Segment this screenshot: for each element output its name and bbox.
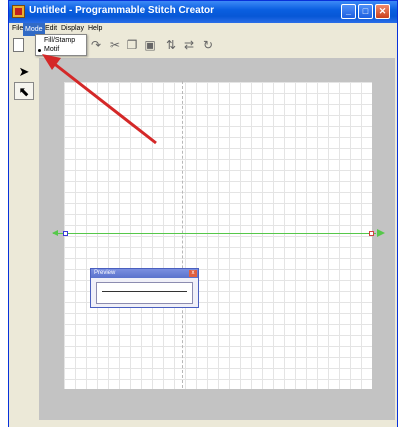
preview-stitch-line: [102, 291, 187, 292]
copy-icon[interactable]: ❐: [125, 38, 139, 52]
menu-file[interactable]: File: [12, 25, 23, 32]
status-bar: [9, 421, 397, 427]
minimize-button[interactable]: _: [341, 4, 356, 19]
preview-title: Preview: [94, 270, 116, 276]
app-icon: [12, 5, 25, 18]
redo-icon[interactable]: ↷: [89, 38, 103, 52]
close-button[interactable]: ✕: [375, 4, 390, 19]
title-bar[interactable]: Untitled - Programmable Stitch Creator _…: [9, 1, 397, 23]
menu-option-fill-stamp[interactable]: Fill/Stamp: [36, 36, 86, 45]
flip-icon[interactable]: ⇅: [164, 38, 178, 52]
mode-dropdown-menu: Fill/Stamp Motif: [35, 34, 87, 56]
select-arrow-icon[interactable]: ➤: [14, 63, 34, 81]
mirror-icon[interactable]: ⇄: [182, 38, 196, 52]
menu-display[interactable]: Display: [61, 25, 84, 32]
new-file-icon[interactable]: [13, 38, 24, 52]
menu-help[interactable]: Help: [88, 25, 102, 32]
stitch-baseline: [53, 233, 376, 234]
menu-option-motif[interactable]: Motif: [36, 45, 86, 54]
baseline-start-arrow: [52, 230, 58, 236]
menu-edit[interactable]: Edit: [45, 25, 57, 32]
cut-icon[interactable]: ✂: [108, 38, 122, 52]
window-title: Untitled - Programmable Stitch Creator: [29, 5, 215, 16]
start-point-handle[interactable]: [63, 231, 68, 236]
rotate-icon[interactable]: ↻: [201, 38, 215, 52]
paste-icon[interactable]: ▣: [143, 38, 157, 52]
preview-pane: [96, 282, 193, 304]
app-window: Untitled - Programmable Stitch Creator _…: [8, 0, 398, 427]
baseline-end-arrow: [377, 229, 385, 237]
preview-title-bar[interactable]: Preview: [91, 269, 198, 278]
end-point-handle[interactable]: [369, 231, 374, 236]
center-guide-line: [182, 81, 183, 388]
preview-close-button[interactable]: x: [189, 270, 197, 277]
workspace: [39, 58, 395, 420]
stitch-grid-canvas[interactable]: [64, 82, 372, 389]
tool-sidebar: ➤ ⬉: [11, 58, 39, 423]
point-edit-icon[interactable]: ⬉: [14, 82, 34, 100]
maximize-button[interactable]: □: [358, 4, 373, 19]
preview-window[interactable]: Preview x: [90, 268, 199, 308]
